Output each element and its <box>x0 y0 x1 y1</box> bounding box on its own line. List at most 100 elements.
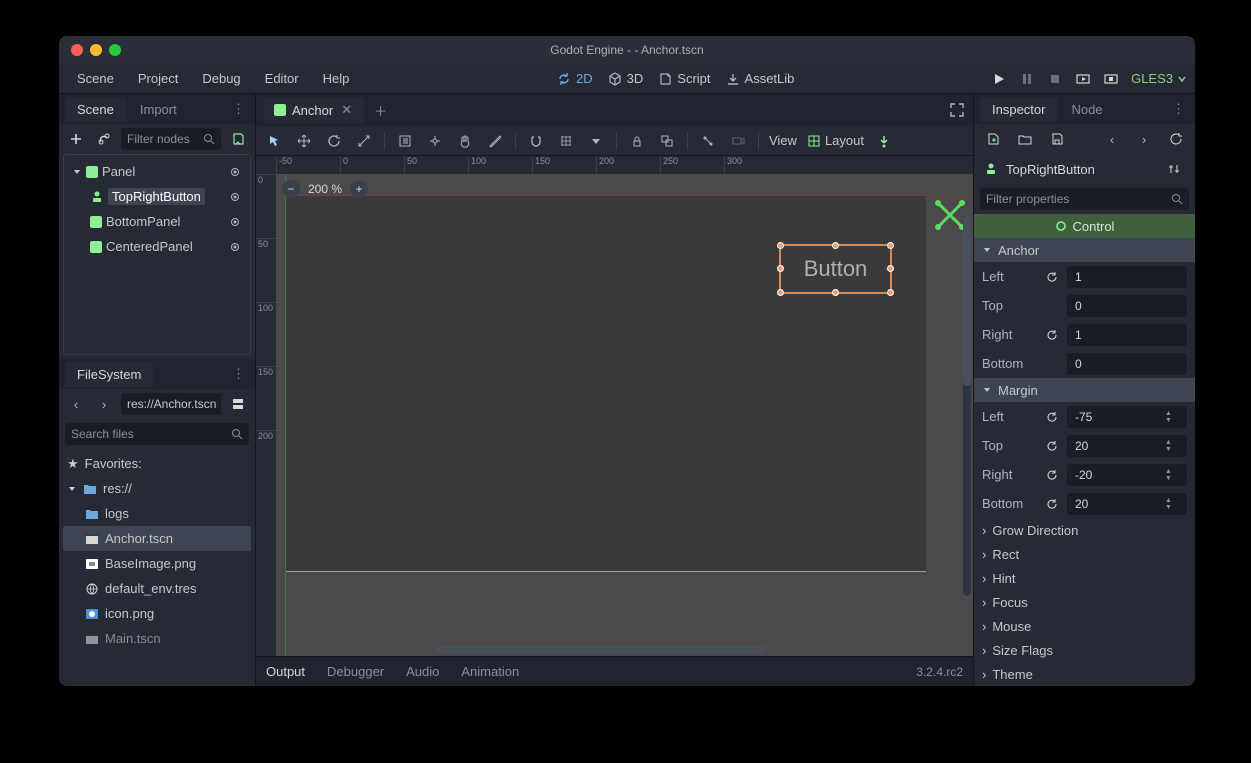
inspector-body[interactable]: Control Anchor Left 1 Top 0 <box>974 214 1195 686</box>
path-field[interactable]: res://Anchor.tscn <box>121 393 221 415</box>
stepper-icon[interactable]: ▲▼ <box>1165 497 1179 511</box>
file-item[interactable]: default_env.tres <box>63 576 251 601</box>
ruler-tool[interactable] <box>485 131 505 151</box>
tab-import[interactable]: Import <box>128 97 189 122</box>
resize-handle[interactable] <box>887 265 894 272</box>
viewport-scrollbar-h[interactable] <box>436 646 766 654</box>
group-button[interactable] <box>657 131 677 151</box>
resize-handle[interactable] <box>777 289 784 296</box>
select-tool[interactable] <box>264 131 284 151</box>
stepper-icon[interactable]: ▲▼ <box>1165 410 1179 424</box>
skeleton-button[interactable] <box>698 131 718 151</box>
snap-options[interactable] <box>586 131 606 151</box>
distraction-free-button[interactable] <box>949 102 965 118</box>
lock-button[interactable] <box>627 131 647 151</box>
reset-icon[interactable] <box>1043 495 1061 513</box>
add-tab-button[interactable]: ＋ <box>374 101 387 120</box>
play-button[interactable] <box>991 71 1007 87</box>
reset-icon[interactable] <box>1043 326 1061 344</box>
workspace-script[interactable]: Script <box>657 71 710 87</box>
menu-project[interactable]: Project <box>128 67 188 90</box>
margin-right-input[interactable]: -20 ▲▼ <box>1067 464 1187 486</box>
search-files-input[interactable]: Search files <box>65 423 249 445</box>
scene-panel-menu[interactable]: ⋮ <box>228 101 249 117</box>
file-item[interactable]: Main.tscn <box>63 626 251 651</box>
new-resource-button[interactable] <box>982 128 1004 150</box>
menu-editor[interactable]: Editor <box>255 67 309 90</box>
workspace-2d[interactable]: 2D <box>556 71 593 87</box>
file-item[interactable]: logs <box>63 501 251 526</box>
section-rect[interactable]: ›Rect <box>974 542 1195 566</box>
zoom-value[interactable]: 200 % <box>308 182 342 196</box>
history-fwd-button[interactable]: › <box>1133 128 1155 150</box>
file-item-res[interactable]: res:// <box>63 476 251 501</box>
menu-scene[interactable]: Scene <box>67 67 124 90</box>
path-back-button[interactable]: ‹ <box>65 393 87 415</box>
pause-button[interactable] <box>1019 71 1035 87</box>
grid-snap-toggle[interactable] <box>556 131 576 151</box>
toggle-split-button[interactable] <box>227 393 249 415</box>
rotate-tool[interactable] <box>324 131 344 151</box>
file-item[interactable]: BaseImage.png <box>63 551 251 576</box>
reset-icon[interactable] <box>1043 437 1061 455</box>
tab-inspector[interactable]: Inspector <box>980 97 1057 122</box>
path-forward-button[interactable]: › <box>93 393 115 415</box>
load-resource-button[interactable] <box>1014 128 1036 150</box>
section-hint[interactable]: ›Hint <box>974 566 1195 590</box>
play-scene-button[interactable] <box>1075 71 1091 87</box>
object-settings-button[interactable] <box>1163 158 1185 180</box>
margin-bottom-input[interactable]: 20 ▲▼ <box>1067 493 1187 515</box>
workspace-assetlib[interactable]: AssetLib <box>725 71 795 87</box>
filter-properties-input[interactable]: Filter properties <box>980 188 1189 210</box>
stepper-icon[interactable]: ▲▼ <box>1165 439 1179 453</box>
snap-toggle[interactable] <box>526 131 546 151</box>
collapse-icon[interactable] <box>72 167 82 177</box>
anchor-left-input[interactable]: 1 <box>1067 266 1187 288</box>
section-mouse[interactable]: ›Mouse <box>974 614 1195 638</box>
tab-scene[interactable]: Scene <box>65 97 126 122</box>
add-node-button[interactable] <box>65 128 87 150</box>
inspector-panel-menu[interactable]: ⋮ <box>1168 101 1189 117</box>
instance-button[interactable] <box>93 128 115 150</box>
layout-menu[interactable]: Layout <box>807 133 864 148</box>
view-menu[interactable]: View <box>769 133 797 148</box>
play-custom-button[interactable] <box>1103 71 1119 87</box>
visibility-icon[interactable] <box>228 240 242 254</box>
move-tool[interactable] <box>294 131 314 151</box>
stepper-icon[interactable]: ▲▼ <box>1165 468 1179 482</box>
section-margin[interactable]: Margin <box>974 378 1195 402</box>
resize-handle[interactable] <box>887 242 894 249</box>
pivot-tool[interactable] <box>425 131 445 151</box>
anchor-indicator-icon[interactable] <box>935 200 965 230</box>
doc-tab-anchor[interactable]: Anchor ✕ <box>264 97 364 123</box>
margin-left-input[interactable]: -75 ▲▼ <box>1067 406 1187 428</box>
history-back-button[interactable]: ‹ <box>1101 128 1123 150</box>
pan-tool[interactable] <box>455 131 475 151</box>
anchor-top-input[interactable]: 0 <box>1067 295 1187 317</box>
resize-handle[interactable] <box>777 242 784 249</box>
tree-item-centeredpanel[interactable]: CenteredPanel <box>68 234 246 259</box>
filesystem-panel-menu[interactable]: ⋮ <box>228 366 249 382</box>
favorites[interactable]: ★ Favorites: <box>63 451 251 476</box>
workspace-3d[interactable]: 3D <box>607 71 644 87</box>
file-item[interactable]: icon.png <box>63 601 251 626</box>
button-node-rect[interactable]: Button <box>779 244 892 294</box>
menu-help[interactable]: Help <box>313 67 360 90</box>
section-focus[interactable]: ›Focus <box>974 590 1195 614</box>
file-tree[interactable]: ★ Favorites: res:// logs Anchor.ts <box>59 449 255 686</box>
filter-nodes-input[interactable]: Filter nodes <box>121 128 221 150</box>
anchor-right-input[interactable]: 1 <box>1067 324 1187 346</box>
tab-animation[interactable]: Animation <box>461 664 519 679</box>
class-banner-control[interactable]: Control <box>974 214 1195 238</box>
list-select-tool[interactable] <box>395 131 415 151</box>
save-resource-button[interactable] <box>1046 128 1068 150</box>
visibility-icon[interactable] <box>228 190 242 204</box>
tree-item-panel[interactable]: Panel <box>68 159 246 184</box>
resize-handle[interactable] <box>887 289 894 296</box>
tree-item-bottompanel[interactable]: BottomPanel <box>68 209 246 234</box>
zoom-in-button[interactable]: + <box>350 180 368 198</box>
section-theme[interactable]: ›Theme <box>974 662 1195 686</box>
viewport-scrollbar-v[interactable] <box>963 216 971 596</box>
tab-filesystem[interactable]: FileSystem <box>65 362 153 387</box>
resize-handle[interactable] <box>832 242 839 249</box>
